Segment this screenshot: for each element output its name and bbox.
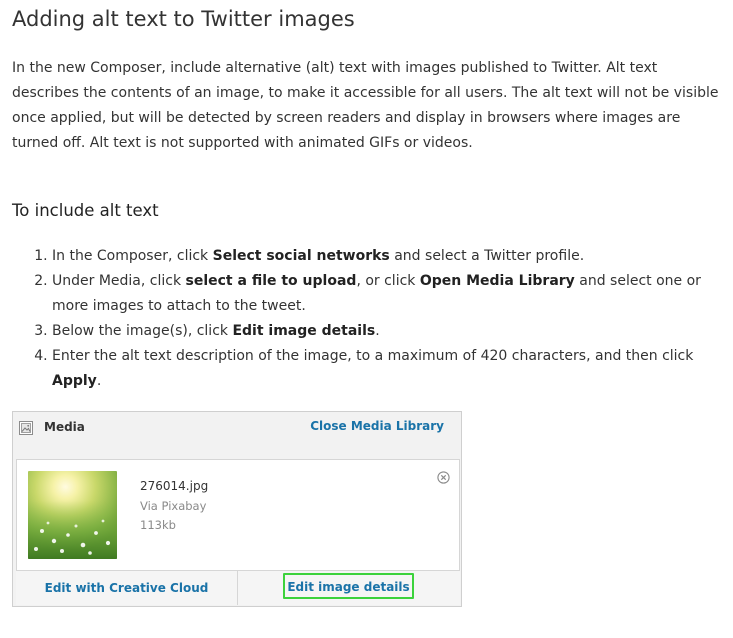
step-item: Below the image(s), click Edit image det…: [52, 319, 712, 344]
steps-list: In the Composer, click Select social net…: [12, 244, 712, 394]
file-name: 276014.jpg: [140, 479, 209, 493]
image-thumbnail[interactable]: [28, 471, 117, 559]
edit-with-creative-cloud-button[interactable]: Edit with Creative Cloud: [16, 571, 237, 605]
step-item: In the Composer, click Select social net…: [52, 244, 712, 269]
media-label: Media: [44, 420, 85, 434]
media-panel: Media Close Media Library 276014.jpg Via…: [12, 411, 462, 607]
file-source: Via Pixabay: [140, 499, 207, 513]
edit-image-details-button[interactable]: Edit image details: [283, 573, 414, 599]
page-title: Adding alt text to Twitter images: [12, 7, 355, 31]
close-media-library-link[interactable]: Close Media Library: [310, 418, 444, 434]
action-divider: [237, 571, 238, 605]
file-size: 113kb: [140, 518, 176, 532]
close-circle-icon[interactable]: [437, 469, 450, 484]
image-icon: [19, 420, 33, 435]
media-header: Media Close Media Library: [13, 412, 461, 446]
step-item: Enter the alt text description of the im…: [52, 344, 712, 394]
file-card: 276014.jpg Via Pixabay 113kb Edit with C…: [16, 459, 460, 605]
step-item: Under Media, click select a file to uplo…: [52, 269, 712, 319]
intro-paragraph: In the new Composer, include alternative…: [12, 60, 719, 151]
card-actions: Edit with Creative Cloud Edit image deta…: [16, 570, 460, 605]
section-heading: To include alt text: [12, 201, 159, 220]
